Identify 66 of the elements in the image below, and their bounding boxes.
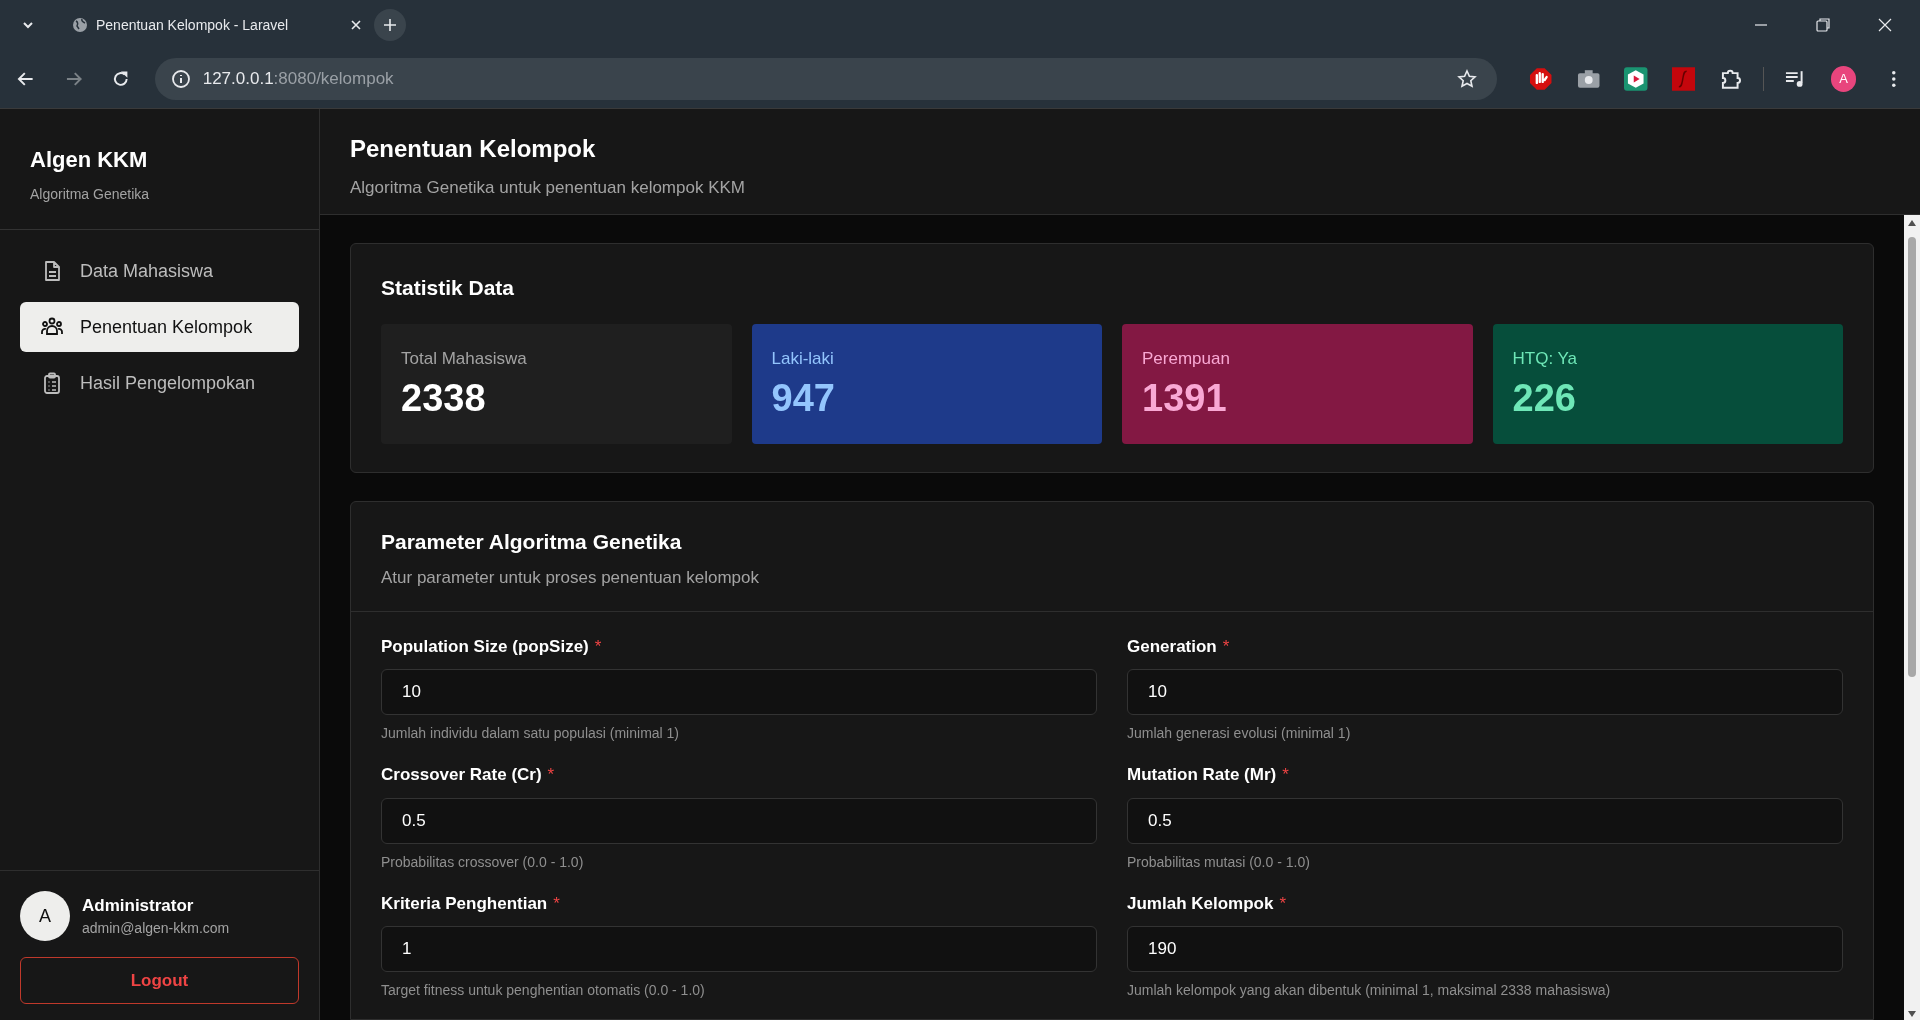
close-icon[interactable]	[1878, 18, 1892, 32]
required-mark: *	[547, 764, 555, 786]
help-text: Jumlah kelompok yang akan dibentuk (minimal 1, maksimal 2338 mahasiswa)	[1127, 981, 1612, 1000]
stat-value: 2338	[401, 376, 487, 421]
required-mark: *	[553, 892, 560, 915]
input-field[interactable]: 190	[1127, 926, 1843, 972]
input-field[interactable]: 1	[381, 926, 1097, 972]
url-text: 127.0.0.1:8080/kelompok	[202, 68, 395, 91]
stat-label: Perempuan	[1142, 347, 1231, 370]
help-text: Jumlah individu dalam satu populasi (minimal 1)	[381, 724, 681, 743]
help-text: Target fitness untuk penghentian otomatis (0.0 - 1.0)	[381, 981, 706, 1000]
section-title: Statistik Data	[381, 275, 516, 301]
field-label: Population Size (popSize)	[381, 635, 589, 658]
plus-icon	[383, 18, 397, 32]
help-text: Probabilitas mutasi (0.0 - 1.0)	[1127, 852, 1311, 872]
new-tab-button[interactable]	[374, 9, 406, 41]
sidebar-item[interactable]: Data Mahasiswa	[20, 246, 299, 296]
stat-value: 947	[771, 376, 836, 421]
play-icon[interactable]	[1624, 67, 1648, 91]
field-label: Crossover Rate (Cr)	[381, 764, 542, 786]
field-label: Jumlah Kelompok	[1127, 892, 1274, 915]
required-mark: *	[594, 635, 602, 658]
page-subtitle: Algoritma Genetika untuk penentuan kelompok KKM	[350, 177, 746, 199]
sidebar-item[interactable]: Hasil Pengelompokan	[20, 358, 299, 408]
help-text: Jumlah generasi evolusi (minimal 1)	[1127, 724, 1352, 743]
scrollbar[interactable]	[1904, 215, 1920, 1020]
section-subtitle: Atur parameter untuk proses penentuan kelompok	[381, 567, 760, 589]
star-icon[interactable]	[1457, 69, 1478, 89]
scroll-up-icon[interactable]	[1907, 219, 1917, 227]
input-field[interactable]: 0.5	[1127, 797, 1843, 844]
stat-value: 226	[1512, 376, 1577, 421]
sidebar-item[interactable]: Penentuan Kelompok	[20, 302, 299, 352]
address-bar[interactable]: 127.0.0.1:8080/kelompok	[154, 58, 1498, 100]
profile-avatar[interactable]: A	[1831, 66, 1857, 92]
section-title: Parameter Algoritma Genetika	[381, 528, 683, 555]
stop-hand-icon[interactable]	[1529, 67, 1553, 91]
close-icon[interactable]	[350, 19, 362, 31]
page-title: Penentuan Kelompok	[350, 134, 597, 164]
user-avatar: A	[20, 891, 70, 941]
brand-title: Algen KKM	[30, 146, 149, 174]
input-field[interactable]: 10	[381, 669, 1097, 715]
info-icon[interactable]	[170, 69, 191, 89]
logout-button[interactable]: Logout	[20, 957, 299, 1004]
puzzle-icon[interactable]	[1719, 67, 1743, 91]
input-field[interactable]: 10	[1127, 669, 1843, 715]
help-text: Probabilitas crossover (0.0 - 1.0)	[381, 852, 585, 872]
brand-subtitle: Algoritma Genetika	[30, 185, 151, 204]
user-name: Administrator	[82, 894, 195, 917]
reload-icon[interactable]	[111, 69, 131, 89]
stat-value: 1391	[1142, 376, 1228, 421]
camera-icon[interactable]	[1576, 67, 1601, 91]
required-mark: *	[1222, 635, 1230, 658]
globe-icon	[72, 17, 88, 33]
input-field[interactable]: 0.5	[381, 797, 1097, 844]
required-mark: *	[1279, 892, 1287, 915]
restore-icon[interactable]	[1816, 18, 1830, 32]
stat-label: HTQ: Ya	[1512, 347, 1579, 370]
user-email: admin@algen-kkm.com	[82, 919, 230, 939]
field-label: Mutation Rate (Mr)	[1127, 764, 1277, 786]
field-label: Kriteria Penghentian	[381, 892, 548, 915]
tab-title[interactable]: Penentuan Kelompok - Laravel	[96, 14, 342, 36]
stat-label: Total Mahasiswa	[401, 347, 528, 370]
required-mark: *	[1282, 764, 1289, 786]
scroll-down-icon[interactable]	[1907, 1010, 1917, 1018]
field-label: Generation	[1127, 635, 1217, 658]
stat-label: Laki-laki	[771, 347, 835, 370]
